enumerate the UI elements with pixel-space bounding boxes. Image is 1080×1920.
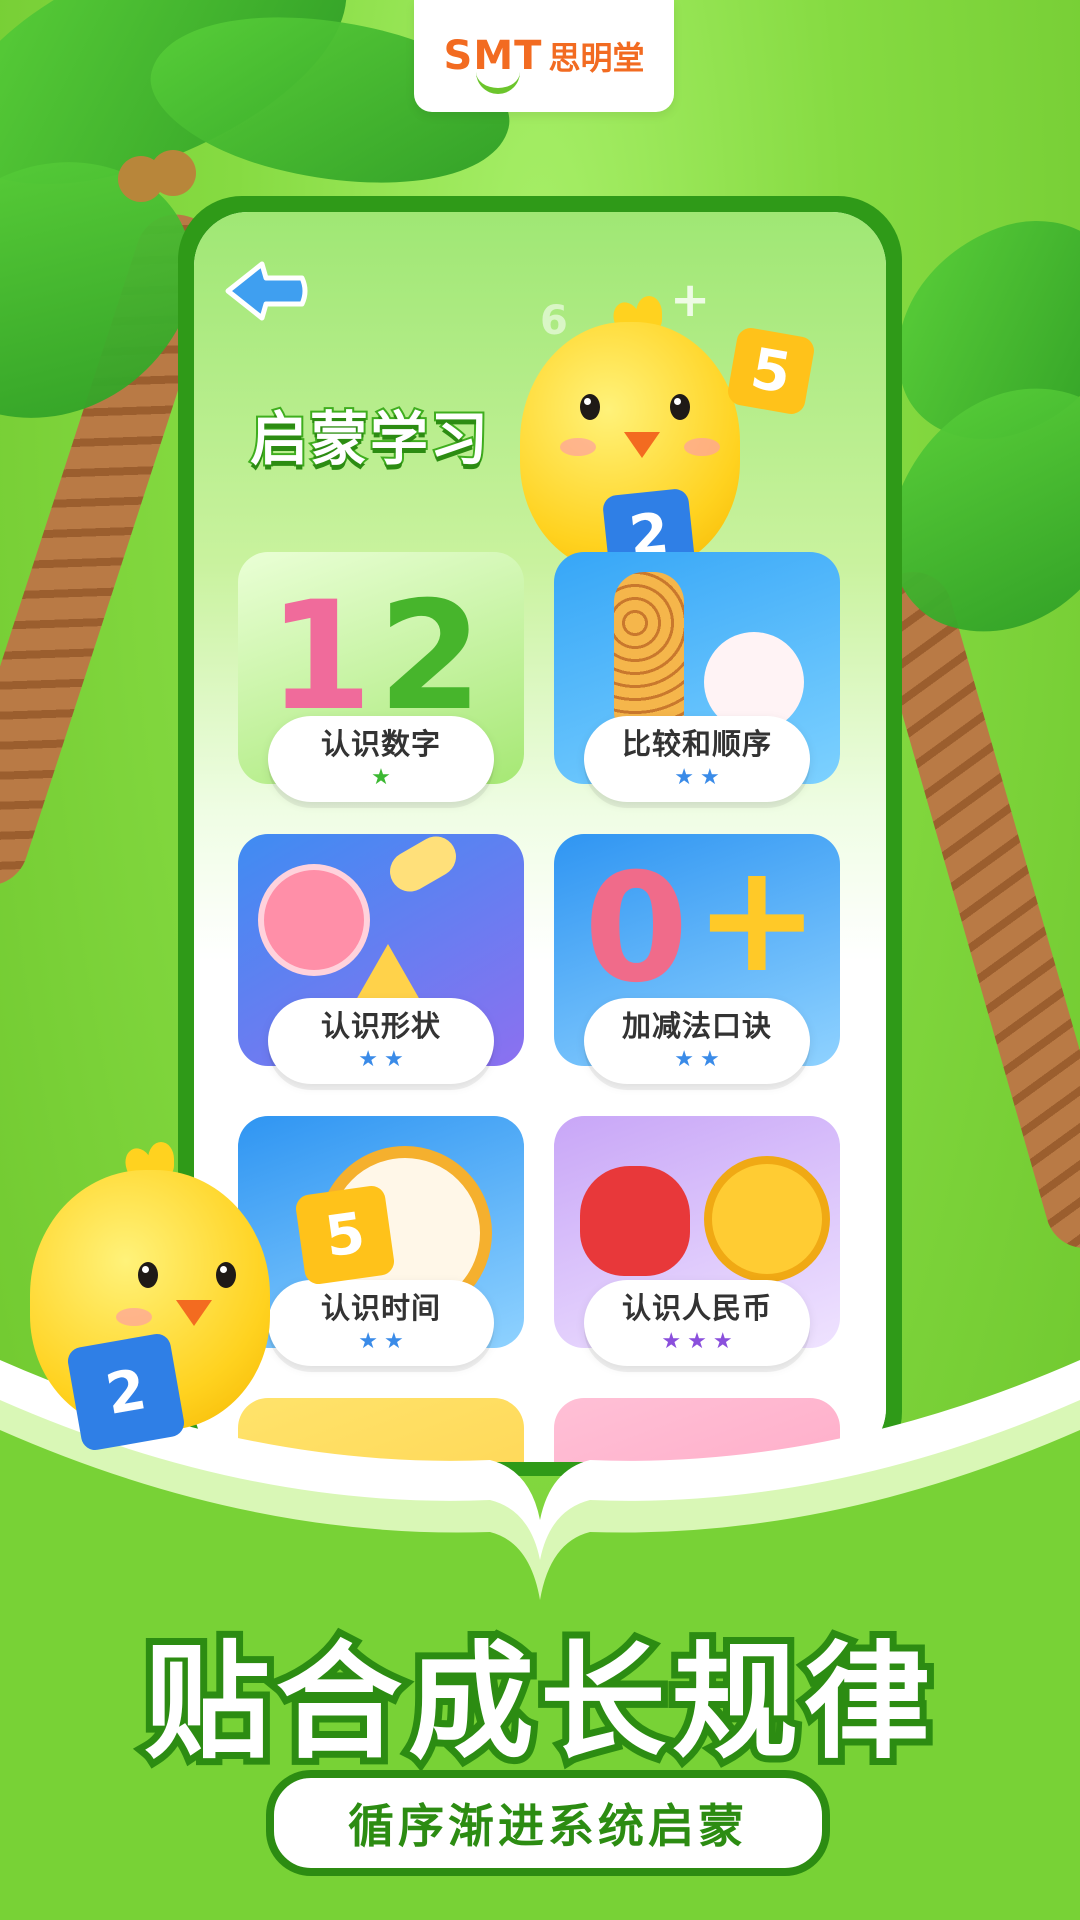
chick-beak xyxy=(176,1300,212,1326)
star-rating: ★ ★ xyxy=(358,1046,404,1072)
chick-cheek xyxy=(560,438,596,456)
lesson-label-pill: 认识形状 ★ ★ xyxy=(268,998,494,1084)
lesson-card-rmb[interactable]: 认识人民币 ★ ★ ★ xyxy=(554,1116,840,1366)
lesson-title: 加减法口诀 xyxy=(621,1009,772,1044)
chick-cheek xyxy=(116,1308,152,1326)
lesson-card-add-subtract[interactable]: 0 + 加减法口诀 ★ ★ xyxy=(554,834,840,1084)
plus-character: + xyxy=(694,834,820,1006)
lesson-card-shapes[interactable]: 认识形状 ★ ★ xyxy=(238,834,524,1084)
lesson-title: 认识形状 xyxy=(320,1009,441,1044)
lesson-title: 比较和顺序 xyxy=(621,727,772,762)
back-arrow-icon[interactable] xyxy=(222,260,310,322)
number-block-5: 5 xyxy=(294,1184,396,1286)
chick-cheek xyxy=(684,438,720,456)
star-rating: ★ ★ xyxy=(674,1046,720,1072)
star-icon: ★ xyxy=(700,1046,720,1072)
mascot-chick-bottom: 5 2 xyxy=(30,1140,396,1470)
number-two-character: 2 xyxy=(378,570,483,744)
brand-logo: SMT 思明堂 xyxy=(414,0,674,112)
promo-subline-pill: 循序渐进系统启蒙 xyxy=(266,1770,830,1876)
money-bag-illustration xyxy=(580,1166,690,1276)
star-rating: ★ xyxy=(371,764,391,790)
chick-eye xyxy=(216,1262,236,1288)
promo-headline: 贴合成长规律 xyxy=(137,1629,937,1776)
star-icon: ★ xyxy=(384,1046,404,1072)
zero-character: 0 xyxy=(584,842,689,1016)
rocket-illustration xyxy=(382,834,464,899)
star-icon: ★ xyxy=(674,1046,694,1072)
star-icon: ★ xyxy=(674,764,694,790)
lesson-label-pill: 加减法口诀 ★ ★ xyxy=(584,998,810,1084)
lesson-card-numbers[interactable]: 1 2 认识数字 ★ xyxy=(238,552,524,802)
number-block-5: 5 xyxy=(725,325,817,417)
mascot-chick-top: 5 2 xyxy=(520,262,817,602)
page-title: 启蒙学习 xyxy=(248,403,491,475)
brand-name: 思明堂 xyxy=(548,39,645,77)
lesson-label-pill: 认识数字 ★ xyxy=(268,716,494,802)
star-icon: ★ xyxy=(700,764,720,790)
lesson-label-pill: 比较和顺序 ★ ★ xyxy=(584,716,810,802)
lesson-title: 认识数字 xyxy=(320,727,441,762)
chick-beak xyxy=(624,432,660,458)
chick-eye xyxy=(670,394,690,420)
coin-illustration xyxy=(704,1156,830,1282)
star-rating: ★ ★ xyxy=(674,764,720,790)
number-block-2: 2 xyxy=(65,1331,187,1453)
chick-eye xyxy=(580,394,600,420)
coconut xyxy=(150,150,196,196)
promo-subline: 循序渐进系统启蒙 xyxy=(348,1799,748,1853)
lesson-card-compare[interactable]: 比较和顺序 ★ ★ xyxy=(554,552,840,802)
number-one-character: 1 xyxy=(268,570,373,744)
chick-eye xyxy=(138,1262,158,1288)
star-icon: ★ xyxy=(358,1046,378,1072)
star-icon: ★ xyxy=(371,764,391,790)
